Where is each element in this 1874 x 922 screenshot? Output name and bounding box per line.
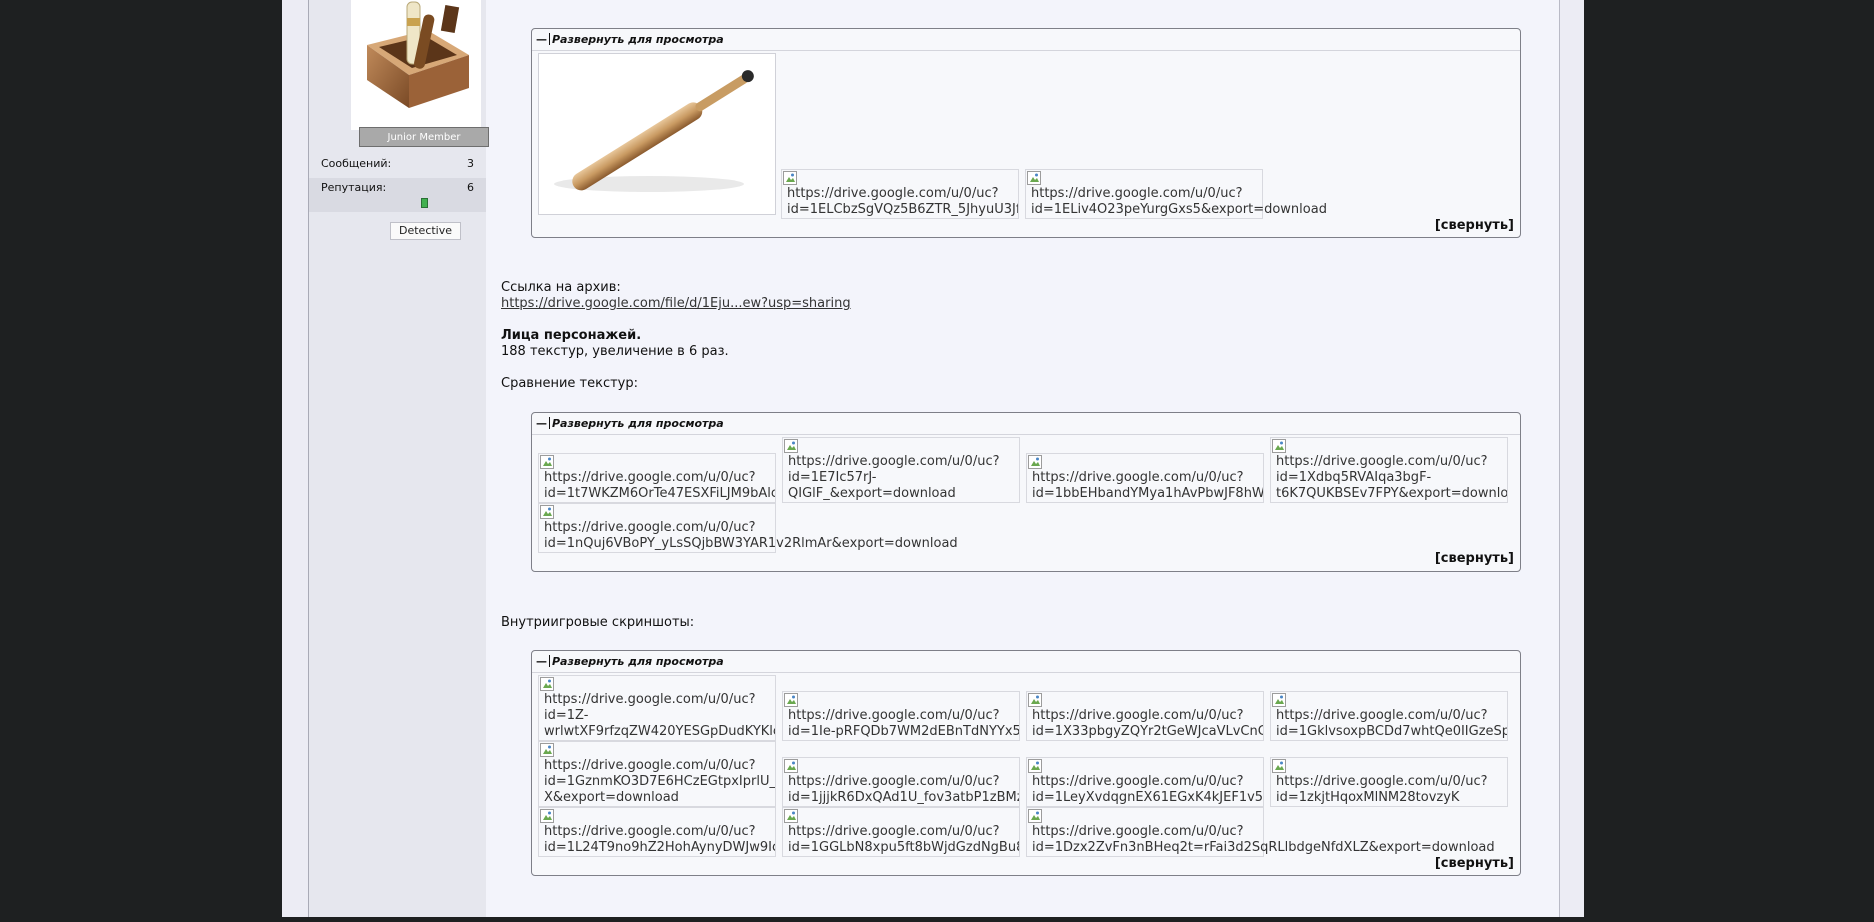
image-thumbnail[interactable]: https://drive.google.com/u/0/uc? id=1Gznm… [538, 741, 776, 807]
reputation-value: 6 [467, 181, 474, 194]
faces-heading: Лица персонажей. [501, 328, 642, 343]
spoiler-title[interactable]: Развернуть для просмотра [552, 655, 724, 668]
image-thumbnail[interactable]: https://drive.google.com/u/0/uc? id=1nQuj… [538, 503, 958, 553]
image-thumbnail[interactable]: https://drive.google.com/u/0/uc? id=1t7WK… [538, 453, 776, 503]
spoiler-header[interactable]: — Развернуть для просмотра [536, 33, 724, 47]
broken-image-icon [540, 809, 554, 823]
image-thumbnail[interactable]: https://drive.google.com/u/0/uc? id=1jjjk… [782, 757, 1020, 807]
spoiler-toggle-icon[interactable]: — [536, 33, 547, 46]
page-right-border [1559, 0, 1584, 922]
archive-link[interactable]: https://drive.google.com/file/d/1Eju...e… [501, 296, 851, 311]
broken-image-icon [784, 693, 798, 707]
spoiler-title[interactable]: Развернуть для просмотра [552, 417, 724, 430]
image-thumbnail[interactable]: https://drive.google.com/u/0/uc? id=1Dzx2… [1026, 807, 1495, 857]
image-thumbnail[interactable]: https://drive.google.com/u/0/uc? id=1ELiv… [1025, 169, 1327, 219]
broken-image-icon [540, 455, 554, 469]
spoiler-block-2: — Развернуть для просмотра https://drive.… [531, 412, 1521, 572]
image-thumbnail[interactable]: https://drive.google.com/u/0/uc? id=1zkjt… [1270, 757, 1508, 807]
screenshots-label: Внутриигровые скриншоты: [501, 615, 695, 630]
avatar[interactable] [351, 0, 481, 130]
broken-image-icon [1272, 759, 1286, 773]
broken-image-icon [1272, 439, 1286, 453]
cigar-box-avatar-image [367, 1, 469, 108]
broken-image-icon [540, 677, 554, 691]
image-thumbnail[interactable]: https://drive.google.com/u/0/uc? id=1X33p… [1026, 691, 1264, 741]
collapse-link[interactable]: [свернуть] [1435, 218, 1514, 233]
forum-page: Junior Member Сообщений: 3 Репутация: 6 … [282, 0, 1584, 922]
image-thumbnail[interactable]: https://drive.google.com/u/0/uc? id=1Z-wr… [538, 675, 776, 741]
collapse-link[interactable]: [свернуть] [1435, 551, 1514, 566]
posts-count-label: Сообщений: [321, 157, 392, 170]
broken-image-icon [783, 171, 797, 185]
broken-image-icon [1028, 693, 1042, 707]
page-left-border [282, 0, 309, 922]
spoiler-header[interactable]: — Развернуть для просмотра [536, 655, 724, 669]
image-thumbnail[interactable]: https://drive.google.com/u/0/uc? id=1bbEH… [1026, 453, 1264, 503]
reputation-pip-icon [421, 198, 428, 208]
image-thumbnail[interactable]: https://drive.google.com/u/0/uc? id=1E7Ic… [782, 437, 1020, 503]
broken-image-icon [784, 759, 798, 773]
broken-image-icon [1028, 809, 1042, 823]
broken-image-icon [784, 439, 798, 453]
image-thumbnail[interactable]: https://drive.google.com/u/0/uc? id=1Xdbq… [1270, 437, 1508, 503]
archive-label: Ссылка на архив: [501, 280, 621, 295]
image-thumbnail[interactable]: https://drive.google.com/u/0/uc? id=1L24T… [538, 807, 776, 857]
spoiler-block-1: — Развернуть для просмотра https://drive… [531, 28, 1521, 238]
compare-label: Сравнение текстур: [501, 376, 639, 391]
spoiler-title[interactable]: Развернуть для просмотра [552, 33, 724, 46]
image-thumbnail[interactable]: https://drive.google.com/u/0/uc? id=1LeyX… [1026, 757, 1264, 807]
faces-description: 188 текстур, увеличение в 6 раз. [501, 344, 729, 359]
image-thumbnail[interactable] [538, 53, 776, 215]
rank-badge: Junior Member [359, 127, 489, 147]
detective-button[interactable]: Detective [390, 222, 462, 240]
broken-image-icon [1027, 171, 1041, 185]
broken-image-icon [540, 505, 554, 519]
broken-image-icon [784, 809, 798, 823]
broken-image-icon [540, 743, 554, 757]
post-author-panel: Junior Member Сообщений: 3 Репутация: 6 … [309, 0, 489, 922]
image-thumbnail[interactable]: https://drive.google.com/u/0/uc? id=1ELCb… [781, 169, 1019, 219]
posts-count-value: 3 [467, 157, 474, 170]
collapse-link[interactable]: [свернуть] [1435, 856, 1514, 871]
spoiler-toggle-icon[interactable]: — [536, 417, 547, 430]
baseball-bat-image [554, 70, 754, 192]
image-thumbnail[interactable]: https://drive.google.com/u/0/uc? id=1GGLb… [782, 807, 1020, 857]
spoiler-block-3: — Развернуть для просмотра https://drive.… [531, 650, 1521, 876]
broken-image-icon [1028, 455, 1042, 469]
broken-image-icon [1272, 693, 1286, 707]
image-thumbnail[interactable]: https://drive.google.com/u/0/uc? id=1Ie-p… [782, 691, 1020, 741]
window-bottom-edge [0, 917, 1874, 922]
broken-image-icon [1028, 759, 1042, 773]
reputation-label: Репутация: [321, 181, 387, 194]
spoiler-toggle-icon[interactable]: — [536, 655, 547, 668]
spoiler-header[interactable]: — Развернуть для просмотра [536, 417, 724, 431]
image-thumbnail[interactable]: https://drive.google.com/u/0/uc? id=1Gklv… [1270, 691, 1508, 741]
